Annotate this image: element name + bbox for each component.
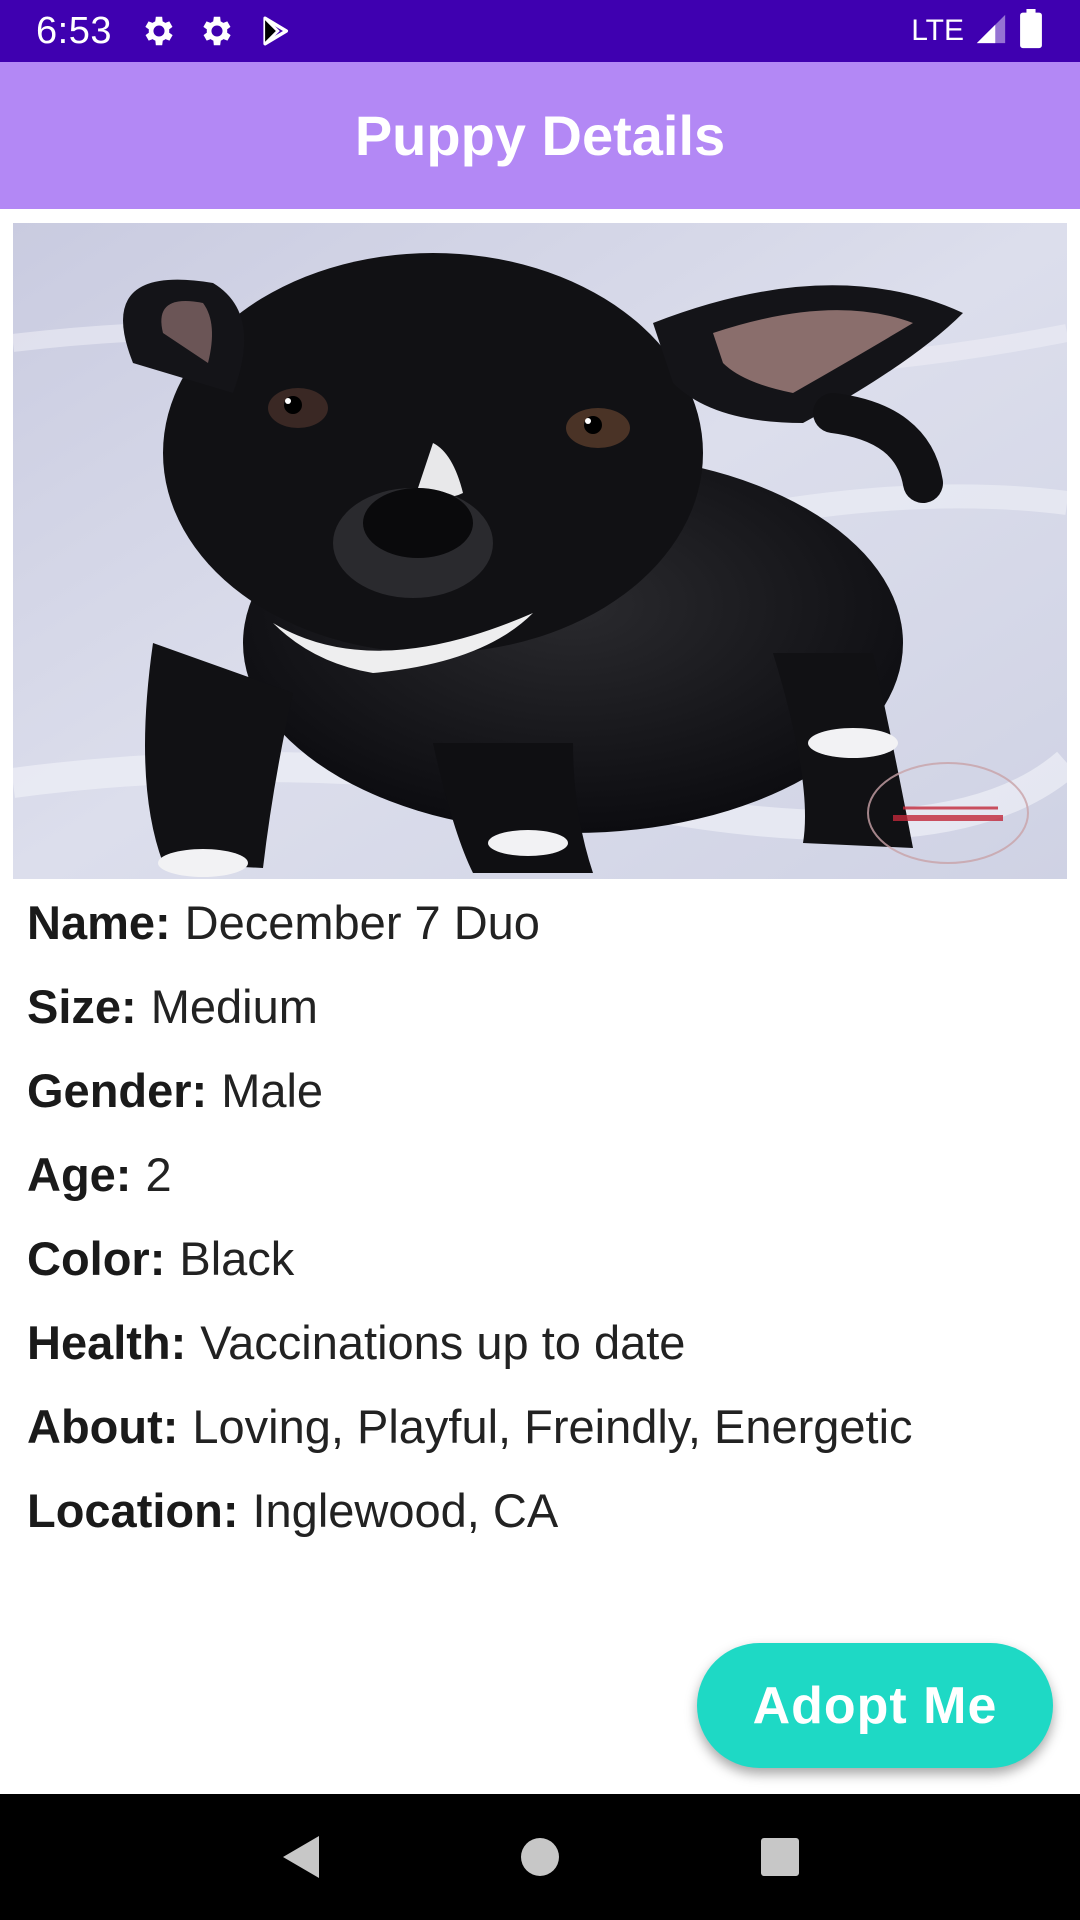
detail-row-location: Location: Inglewood, CA — [27, 1483, 1057, 1567]
detail-label: Age: — [27, 1148, 132, 1201]
detail-value: Male — [221, 1064, 324, 1117]
detail-label: Location: — [27, 1484, 239, 1537]
detail-label: Size: — [27, 980, 137, 1033]
detail-value: Inglewood, CA — [252, 1484, 559, 1537]
adopt-me-button[interactable]: Adopt Me — [697, 1643, 1053, 1768]
detail-value: Loving, Playful, Freindly, Energetic — [192, 1400, 913, 1453]
settings-icon — [194, 8, 240, 54]
screen: 6:53 LTE Puppy Details Name: December 7 … — [0, 0, 1080, 1920]
signal-icon — [974, 12, 1008, 51]
detail-label: Health: — [27, 1316, 187, 1369]
detail-value: Vaccinations up to date — [200, 1316, 686, 1369]
back-icon[interactable] — [260, 1817, 340, 1897]
puppy-photo — [13, 223, 1067, 879]
detail-row-size: Size: Medium — [27, 979, 1057, 1063]
puppy-image — [13, 223, 1067, 879]
detail-value: December 7 Duo — [184, 896, 540, 949]
page-title: Puppy Details — [354, 104, 726, 167]
app-bar: Puppy Details — [0, 62, 1080, 209]
recents-icon[interactable] — [740, 1817, 820, 1897]
status-right: LTE — [911, 8, 1044, 54]
home-icon[interactable] — [500, 1817, 580, 1897]
navigation-bar — [0, 1794, 1080, 1920]
detail-row-health: Health: Vaccinations up to date — [27, 1315, 1057, 1399]
play-store-icon — [252, 8, 298, 54]
status-bar: 6:53 LTE — [0, 0, 1080, 62]
detail-row-age: Age: 2 — [27, 1147, 1057, 1231]
detail-row-about: About: Loving, Playful, Freindly, Energe… — [27, 1399, 1057, 1483]
battery-icon — [1018, 8, 1044, 54]
detail-value: Medium — [150, 980, 318, 1033]
status-time: 6:53 — [36, 9, 112, 52]
detail-label: Gender: — [27, 1064, 208, 1117]
detail-label: Name: — [27, 896, 171, 949]
detail-row-gender: Gender: Male — [27, 1063, 1057, 1147]
detail-row-name: Name: December 7 Duo — [27, 895, 1057, 979]
detail-value: 2 — [145, 1148, 172, 1201]
detail-label: About: — [27, 1400, 179, 1453]
detail-row-color: Color: Black — [27, 1231, 1057, 1315]
puppy-details: Name: December 7 Duo Size: Medium Gender… — [27, 895, 1057, 1567]
settings-icon — [136, 8, 182, 54]
network-type: LTE — [911, 14, 964, 47]
detail-value: Black — [179, 1232, 295, 1285]
detail-label: Color: — [27, 1232, 166, 1285]
